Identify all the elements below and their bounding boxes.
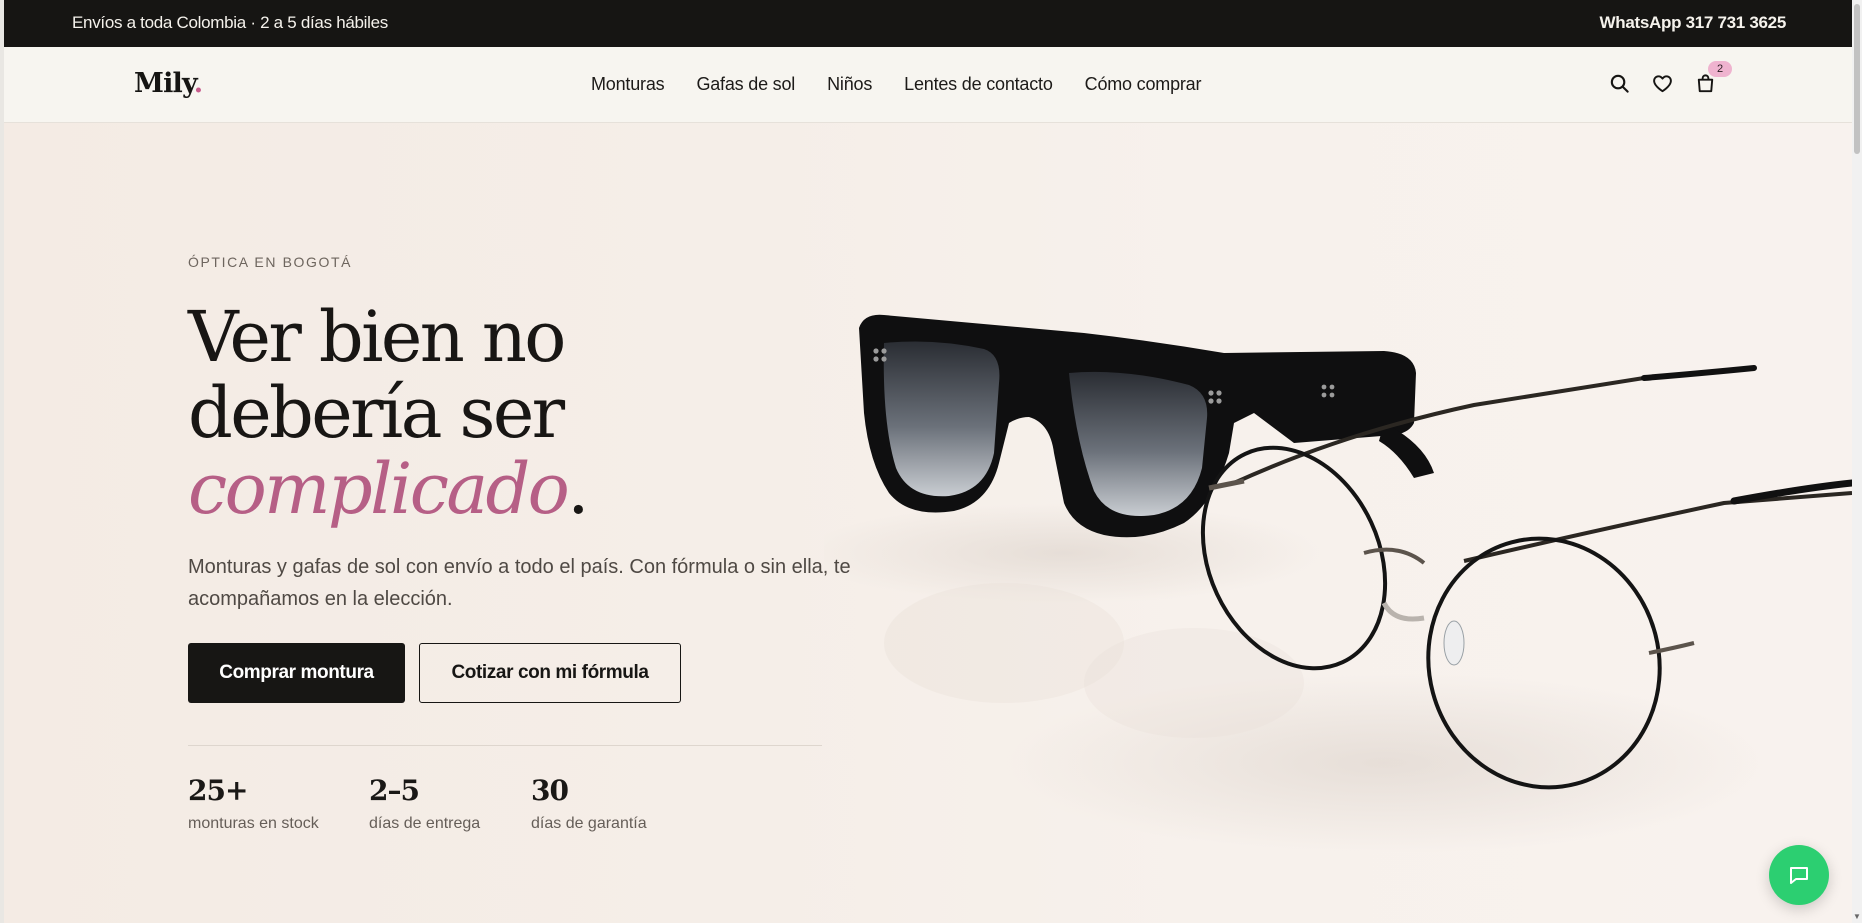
cart-count-badge: 2 [1708,61,1732,77]
nav-item-ninos[interactable]: Niños [827,74,872,95]
heart-icon [1653,75,1672,93]
nav-item-lentes-de-contacto[interactable]: Lentes de contacto [904,74,1053,95]
page: Envíos a toda Colombia · 2 a 5 días hábi… [4,0,1852,923]
hero: ÓPTICA EN BOGOTÁ Ver bien no debería ser… [4,123,1852,923]
main-nav: Monturas Gafas de sol Niños Lentes de co… [591,74,1201,95]
chat-button[interactable] [1769,845,1829,905]
stat-delivery: 2–5 días de entrega [369,774,480,833]
wishlist-button[interactable] [1651,72,1674,95]
scroll-down-arrow[interactable]: ▼ [1853,913,1861,921]
headline-accent: complicado [188,448,570,530]
stat-label: días de entrega [369,815,481,832]
quote-prescription-button[interactable]: Cotizar con mi fórmula [419,643,681,703]
hero-subtitle: Monturas y gafas de sol con envío a todo… [188,556,851,610]
logo[interactable]: Mily. [134,68,203,99]
stat-value: 30 [531,774,569,807]
nav-item-como-comprar[interactable]: Cómo comprar [1085,74,1202,95]
announcement-bar: Envíos a toda Colombia · 2 a 5 días hábi… [4,0,1852,47]
stat-value: 25+ [188,774,248,807]
nav-item-gafas-de-sol[interactable]: Gafas de sol [696,74,795,95]
headline-period: . [567,448,589,530]
stat-value: 2–5 [369,774,420,807]
chat-bubble-icon [1790,867,1808,884]
headline-line-2: debería ser [188,372,565,454]
stat-label: días de garantía [531,815,647,832]
header-actions: 2 [1608,61,1732,95]
hero-glasses-image [824,314,1852,853]
stat-warranty: 30 días de garantía [531,774,647,833]
headline-line-1: Ver bien no [188,296,566,378]
hero-eyebrow: ÓPTICA EN BOGOTÁ [188,254,353,270]
shipping-notice: Envíos a toda Colombia · 2 a 5 días hábi… [72,13,388,32]
hero-headline: Ver bien no debería ser complicado. [188,299,788,527]
stats-divider [188,745,822,746]
buy-frame-button[interactable]: Comprar montura [188,643,405,703]
sunglasses [859,314,1434,538]
stat-frames: 25+ monturas en stock [188,774,319,833]
logo-text: Mily [134,68,195,99]
scrollbar[interactable]: ▼ [1852,0,1862,923]
whatsapp-link[interactable]: WhatsApp 317 731 3625 [1600,13,1787,33]
search-button[interactable] [1608,72,1631,95]
nav-item-monturas[interactable]: Monturas [591,74,665,95]
cart-button[interactable]: 2 [1694,61,1732,95]
scrollbar-thumb[interactable] [1854,4,1860,154]
site-header: Mily. Monturas Gafas de sol Niños Lentes… [4,47,1852,123]
stat-label: monturas en stock [188,815,319,832]
logo-dot: . [193,68,203,99]
search-icon [1610,74,1629,93]
